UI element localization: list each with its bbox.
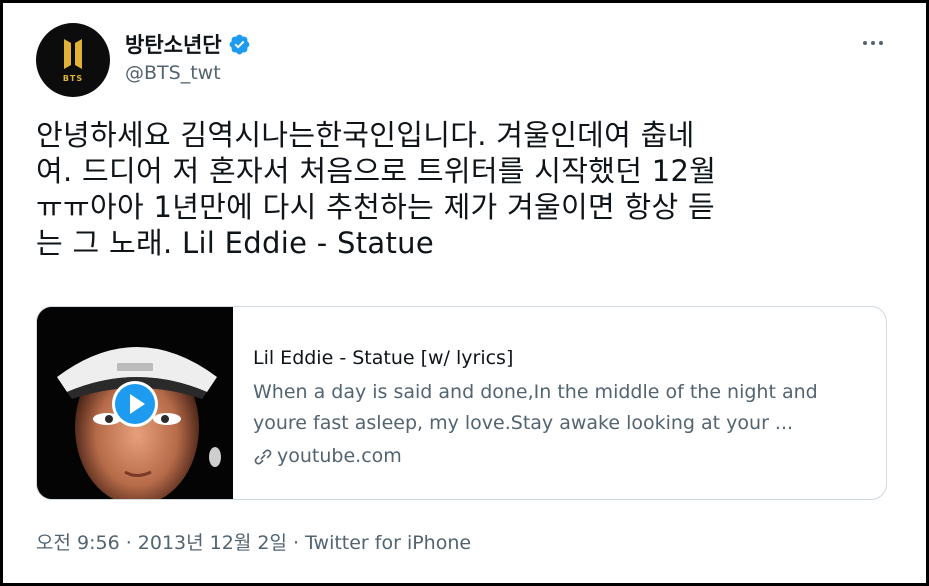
tweet-date[interactable]: 2013년 12월 2일 (138, 532, 287, 554)
tweet-text: 안녕하세요 김역시나는한국인입니다. 겨울인데여 춥네 여. 드디어 저 혼자서… (36, 117, 896, 261)
meta-separator: · (286, 532, 306, 554)
card-description: When a day is said and done,In the middl… (253, 377, 873, 439)
tweet-text-line: 여. 드디어 저 혼자서 처음으로 트위터를 시작했던 12월 (36, 154, 717, 188)
tweet-time[interactable]: 오전 9:56 (36, 532, 120, 554)
bts-logo-icon: BTS (63, 39, 83, 83)
play-icon[interactable] (111, 380, 159, 428)
tweet-source[interactable]: Twitter for iPhone (305, 532, 471, 554)
tweet-text-line: ㅠㅠ아아 1년만에 다시 추천하는 제가 겨울이면 항상 듣 (36, 190, 715, 224)
link-icon (253, 446, 273, 466)
meta-separator: · (119, 532, 138, 554)
avatar[interactable]: BTS (36, 23, 110, 97)
card-info[interactable]: Lil Eddie - Statue [w/ lyrics] When a da… (253, 345, 873, 471)
verified-badge-icon (228, 33, 251, 56)
display-name-row[interactable]: 방탄소년단 (125, 29, 251, 59)
tweet-text-line: 는 그 노래. Lil Eddie - Statue (36, 226, 434, 260)
tweet-text-line: 안녕하세요 김역시나는한국인입니다. 겨울인데여 춥네 (36, 118, 695, 152)
user-handle[interactable]: @BTS_twt (125, 62, 221, 84)
more-dots-icon[interactable] (857, 29, 889, 57)
card-title[interactable]: Lil Eddie - Statue [w/ lyrics] (253, 345, 873, 371)
tweet-meta: 오전 9:56 · 2013년 12월 2일 · Twitter for iPh… (36, 528, 471, 555)
video-thumbnail[interactable] (37, 307, 233, 499)
link-preview-card[interactable]: Lil Eddie - Statue [w/ lyrics] When a da… (36, 306, 887, 500)
card-domain[interactable]: youtube.com (253, 441, 873, 471)
tweet-container: BTS 방탄소년단 @BTS_twt 안녕하세요 김역시나는한국인입니다. 겨울… (3, 3, 926, 583)
display-name[interactable]: 방탄소년단 (125, 29, 222, 59)
avatar-logo-text: BTS (63, 74, 83, 83)
card-description-line: youre fast asleep, my love.Stay awake lo… (253, 412, 794, 434)
card-domain-text[interactable]: youtube.com (277, 441, 402, 471)
card-description-line: When a day is said and done,In the middl… (253, 381, 818, 403)
